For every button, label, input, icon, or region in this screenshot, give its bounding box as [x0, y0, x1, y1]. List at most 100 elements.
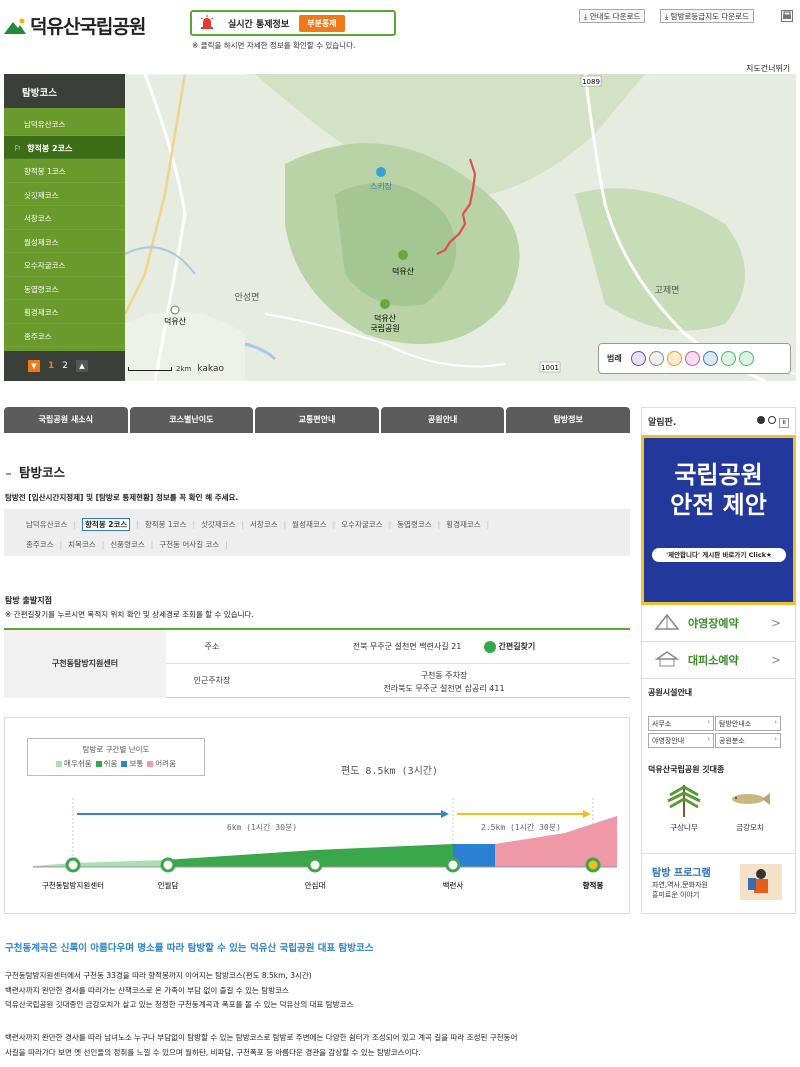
sidebar-item[interactable]: 횡경재코스	[4, 300, 125, 324]
course-link[interactable]: 서창코스	[250, 520, 278, 529]
park-label-1: 덕유산	[374, 313, 397, 323]
camp-icon[interactable]	[684, 351, 700, 366]
print-icon[interactable]	[781, 10, 793, 22]
info-tabs: 국립공원 새소식 코스별난이도 교통편안내 공원안내 탐방정보	[4, 407, 630, 433]
course-link[interactable]: 신풍령코스	[110, 540, 145, 549]
mountain-logo-icon	[4, 18, 26, 34]
skip-map-link[interactable]: 지도건너뛰기	[746, 63, 790, 74]
facility-panel: 공원시설안내 사무소탐방안내소 야영장안내공원분소 덕유산국립공원 깃대종 구상…	[641, 679, 796, 854]
campsite-button[interactable]: 야영장안내	[648, 733, 714, 748]
shelter-label: 대피소예약	[688, 654, 739, 667]
sidebar-item[interactable]: 종주코스	[4, 324, 125, 347]
shelter-reservation[interactable]: 대피소예약 >	[641, 642, 796, 679]
page-1[interactable]: 1	[48, 361, 54, 371]
chevron-up-icon[interactable]: ▲	[76, 360, 88, 372]
sidebar-item-label: 향적봉 2코스	[27, 143, 73, 153]
sidebar-pagination: ▼ 1 2 ▲	[4, 351, 125, 381]
peak-label: 덕유산	[392, 266, 415, 276]
section-title: 탐방코스	[6, 462, 65, 481]
course-map[interactable]: 1089 1001 스키장 덕유산 덕유산 국립공원 안성면 고제면 덕유산	[125, 74, 796, 381]
course-link-selected[interactable]: 향적봉 2코스	[81, 518, 131, 531]
camp-reservation[interactable]: 야영장예약 >	[641, 605, 796, 642]
right-column: 알림판. ॥ 국립공원 안전 제안 '제안합니다' 게시판 바로가기 Click★…	[641, 407, 796, 914]
safety-proposal-banner[interactable]: 국립공원 안전 제안 '제안합니다' 게시판 바로가기 Click★	[641, 435, 796, 605]
course-link[interactable]: 오수자굴코스	[341, 520, 382, 529]
course-link[interactable]: 종주코스	[26, 540, 54, 549]
program-title: 탐방 프로그램	[652, 868, 711, 879]
point-baengnyeonsa[interactable]	[445, 857, 461, 873]
tab-difficulty[interactable]: 코스별난이도	[129, 407, 254, 433]
sidebar-item[interactable]: 오수자굴코스	[4, 253, 125, 277]
grade-map-download-button[interactable]: ⤓ 탐방로등급지도 다운로드	[660, 9, 754, 23]
flag-species-item[interactable]: 금강모치	[720, 779, 780, 833]
park-icon	[380, 299, 390, 309]
logo[interactable]: 덕유산국립공원	[4, 12, 146, 39]
program-banner[interactable]: 탐방 프로그램 자연,역사,문화자원 흥미로운 이야기	[641, 854, 796, 914]
slider-controls: ॥	[756, 415, 789, 428]
sidebar-item[interactable]: 남덕유산코스	[4, 112, 125, 136]
anseong-label: 안성면	[235, 292, 260, 303]
course-link[interactable]: 동엽령코스	[397, 520, 432, 529]
description-line: 구천동탐방지원센터에서 구천동 33경을 따라 향적봉까지 이어지는 탐방코스(…	[5, 971, 312, 980]
info-center-icon[interactable]	[648, 351, 664, 366]
kakao-logo: kakao	[197, 364, 224, 374]
parking-label: 인근주차장	[193, 676, 231, 685]
office-button[interactable]: 사무소	[648, 716, 714, 731]
camp-label: 야영장예약	[688, 617, 739, 630]
point-start[interactable]	[65, 857, 81, 873]
sidebar-item[interactable]: 동엽령코스	[4, 277, 125, 300]
sidebar-item[interactable]: 서창코스	[4, 206, 125, 230]
logo-text: 덕유산국립공원	[30, 16, 146, 38]
siren-icon	[200, 14, 214, 32]
sidebar-item[interactable]: 삿갓재코스	[4, 183, 125, 206]
course-link[interactable]: 구천동 어사길 코스	[159, 540, 219, 549]
fish-icon	[732, 793, 770, 805]
tab-news[interactable]: 국립공원 새소식	[4, 407, 128, 433]
course-link[interactable]: 치목코스	[68, 540, 96, 549]
page-2[interactable]: 2	[62, 361, 68, 371]
parking-icon[interactable]	[702, 351, 718, 366]
course-link[interactable]: 월성재코스	[292, 520, 327, 529]
course-link[interactable]: 삿갓재코스	[201, 520, 236, 529]
tab-transport[interactable]: 교통편안내	[255, 407, 379, 433]
road-1089-label: 1089	[582, 78, 600, 86]
guide-download-button[interactable]: ⤓ 안내도 다운로드	[579, 9, 646, 23]
flag-species-item[interactable]: 구상나무	[654, 779, 714, 833]
description-line: 백련사까지 완만한 경사를 따라가는 산책코스로 온 가족이 부담 없이 즐길 …	[5, 986, 289, 995]
visitor-center-button[interactable]: 탐방안내소	[715, 716, 781, 731]
share-icon[interactable]	[720, 351, 736, 366]
pause-icon[interactable]: ॥	[779, 417, 789, 428]
description-para: 백련사까지 완만한 경사를 따라 남녀노소 누구나 부담없이 탐방할 수 있는 …	[5, 1033, 518, 1042]
point-ansimdae[interactable]	[307, 857, 323, 873]
park-label-2: 국립공원	[370, 324, 399, 333]
slide-dot-active[interactable]	[756, 415, 765, 424]
sidebar-item[interactable]: 향적봉 1코스	[4, 159, 125, 183]
map-section: 탐방코스 남덕유산코스 ⚐ 향적봉 2코스 향적봉 1코스 삿갓재코스 서창코스 …	[4, 74, 796, 381]
program-subtitle: 자연,역사,문화자원 흥미로운 이야기	[652, 881, 708, 899]
tab-trail-info[interactable]: 탐방정보	[506, 407, 630, 433]
branch-office-button[interactable]: 공원분소	[715, 733, 781, 748]
sidebar-item-active[interactable]: ⚐ 향적봉 2코스	[4, 135, 133, 159]
shelter-icon[interactable]	[666, 351, 682, 366]
point-hyangjeokbong[interactable]	[585, 857, 601, 873]
seg2-label: 2.5km (1시간 30분)	[481, 822, 561, 832]
realtime-control-banner[interactable]: 실시간 통제정보 부분통제	[190, 10, 396, 36]
course-link[interactable]: 향적봉 1코스	[145, 520, 187, 529]
slide-dot[interactable]	[767, 415, 776, 424]
tab-park-info[interactable]: 공원안내	[380, 407, 505, 433]
parking-row: 인근주차장 구천동 주차장 전라북도 무주군 설천면 삼공리 411	[166, 664, 630, 698]
nav-pin-icon[interactable]	[483, 640, 496, 653]
chevron-down-icon[interactable]: ▼	[28, 360, 40, 372]
gojae-label: 고제면	[655, 285, 680, 296]
refresh-icon[interactable]	[738, 351, 754, 366]
alert-status-badge[interactable]: 부분통제	[299, 14, 345, 32]
course-link[interactable]: 횡경재코스	[446, 520, 481, 529]
sidebar-item[interactable]: 월성재코스	[4, 230, 125, 253]
course-list: 남덕유산코스 | 향적봉 2코스 | 향적봉 1코스 | 삿갓재코스 | 서창코스 | 월성재코스 |…	[4, 509, 630, 556]
tent-icon	[654, 613, 680, 633]
quick-nav-link[interactable]: 간편길찾기	[498, 642, 535, 651]
bus-icon[interactable]	[630, 351, 646, 366]
course-link[interactable]: 남덕유산코스	[26, 520, 67, 529]
start-note: ※ 간편길찾기를 누르시면 목적지 위치 확인 및 상세경로 조회를 할 수 있…	[5, 610, 254, 619]
point-inwoldam[interactable]	[160, 857, 176, 873]
